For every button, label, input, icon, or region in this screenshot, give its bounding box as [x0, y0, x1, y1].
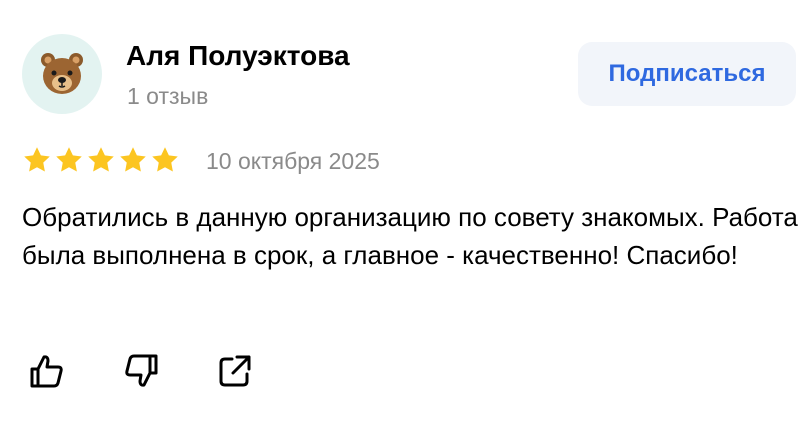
share-icon — [219, 355, 251, 387]
avatar[interactable] — [22, 34, 102, 114]
review-date: 10 октября 2025 — [206, 148, 380, 174]
author-name[interactable]: Аля Полуэктова — [126, 40, 350, 72]
star-icon — [152, 147, 178, 172]
review-card: Аля Полуэктова 1 отзыв Подписаться 10 ок… — [0, 0, 810, 422]
bear-face-icon — [41, 53, 83, 94]
star-icon — [120, 147, 146, 172]
thumbs-up-icon — [30, 355, 63, 388]
dislike-button[interactable] — [120, 350, 162, 392]
like-button[interactable] — [26, 350, 68, 392]
review-actions — [26, 350, 256, 392]
star-icon — [56, 147, 82, 172]
author-review-count: 1 отзыв — [127, 83, 209, 109]
rating-stars — [22, 145, 180, 177]
star-icon — [88, 147, 114, 172]
share-button[interactable] — [214, 350, 256, 392]
thumbs-down-icon — [125, 354, 158, 387]
star-icon — [24, 147, 50, 172]
subscribe-button[interactable]: Подписаться — [578, 42, 796, 106]
review-text: Обратились в данную организацию по совет… — [22, 202, 798, 270]
